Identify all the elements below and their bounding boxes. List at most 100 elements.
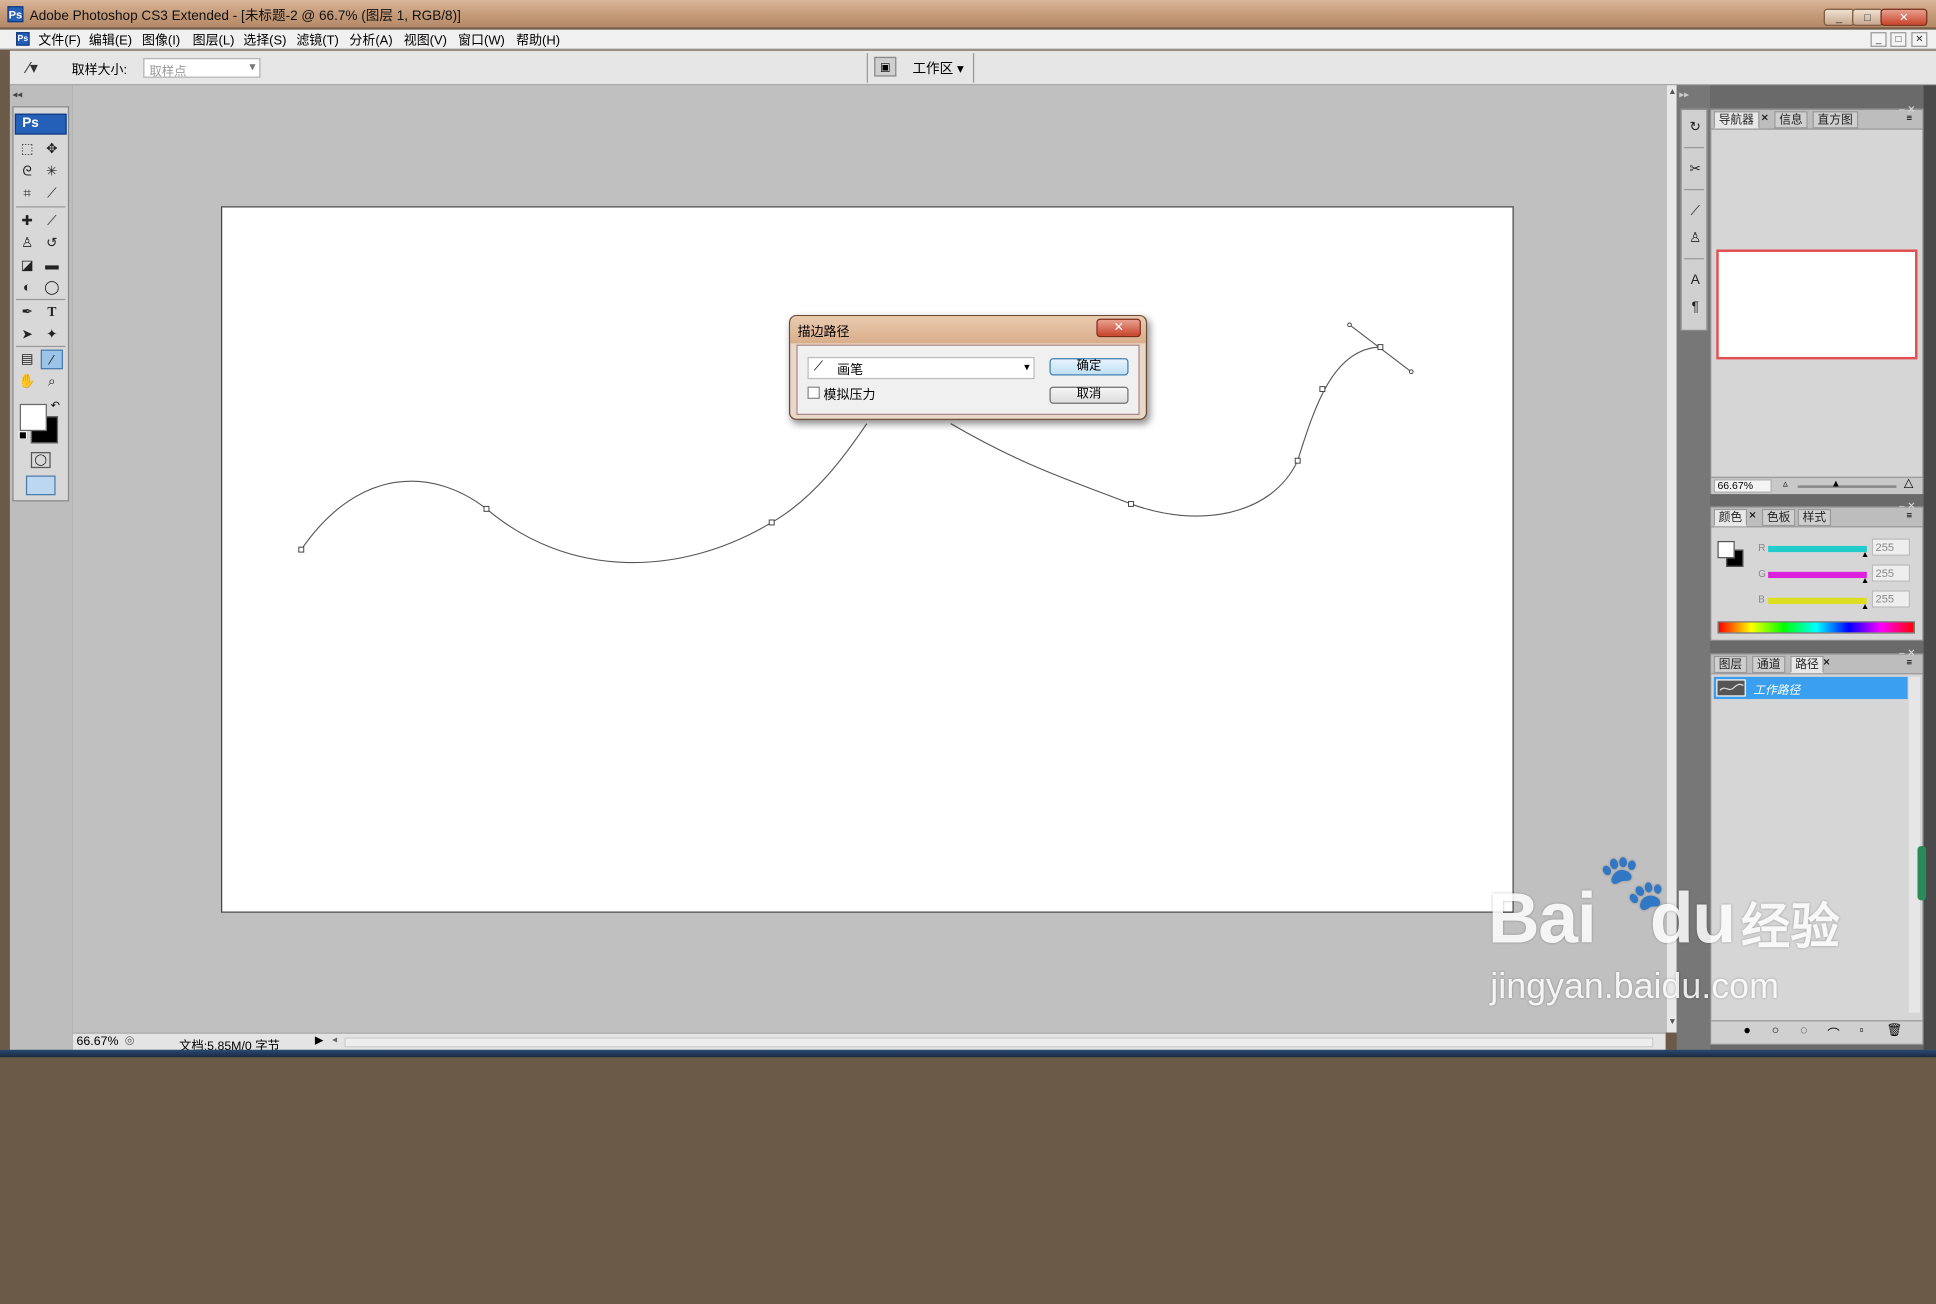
zoom-slider-thumb[interactable]: ▲ bbox=[1831, 478, 1841, 489]
cancel-button[interactable]: 取消 bbox=[1049, 386, 1129, 404]
collapse-arrows-icon[interactable]: ◂◂ bbox=[12, 89, 22, 100]
minimize-button[interactable]: _ bbox=[1823, 8, 1855, 26]
crop-icon[interactable]: ⌗ bbox=[16, 184, 38, 204]
type-icon[interactable]: T bbox=[41, 303, 63, 323]
foreground-color-swatch[interactable] bbox=[19, 403, 47, 432]
hand-icon[interactable]: ✋ bbox=[16, 372, 38, 392]
brushes-icon[interactable]: ⟋ bbox=[1685, 201, 1705, 221]
tab-styles[interactable]: 样式 bbox=[1797, 508, 1832, 527]
paths-scrollbar[interactable] bbox=[1908, 676, 1920, 1013]
slice-icon[interactable]: ⟋ bbox=[41, 184, 63, 204]
menu-file[interactable]: 文件(F) bbox=[38, 31, 81, 50]
anchor-point[interactable] bbox=[768, 519, 775, 526]
panel-minimize-icon[interactable]: – ✕ bbox=[1899, 647, 1916, 658]
menu-layer[interactable]: 图层(L) bbox=[193, 31, 235, 50]
tab-channels[interactable]: 通道 bbox=[1752, 655, 1786, 674]
healing-brush-icon[interactable]: ✚ bbox=[16, 211, 38, 231]
scroll-up-icon[interactable]: ▲ bbox=[1668, 88, 1677, 97]
history-icon[interactable]: ↻ bbox=[1685, 117, 1705, 137]
handle-point[interactable] bbox=[1408, 369, 1414, 375]
doc-minimize-button[interactable]: _ bbox=[1870, 32, 1887, 47]
handle-point[interactable] bbox=[1347, 322, 1352, 328]
channel-g-slider[interactable] bbox=[1768, 571, 1867, 579]
close-icon[interactable]: ✕ bbox=[1748, 510, 1756, 521]
menu-help[interactable]: 帮助(H) bbox=[516, 31, 560, 50]
clone-source-icon[interactable]: ♙ bbox=[1685, 228, 1705, 248]
quick-mask-icon[interactable]: ◯ bbox=[30, 452, 51, 469]
collapse-arrows-icon[interactable]: ▸▸ bbox=[1679, 89, 1689, 100]
default-colors-icon[interactable] bbox=[18, 431, 28, 440]
blur-icon[interactable]: ◐ bbox=[16, 278, 38, 298]
notes-icon[interactable]: ▤ bbox=[16, 350, 38, 370]
channel-g-value[interactable]: 255 bbox=[1871, 564, 1911, 582]
panel-minimize-icon[interactable]: – ✕ bbox=[1899, 104, 1916, 115]
status-zoom[interactable]: 66.67% bbox=[77, 1035, 119, 1049]
gradient-icon[interactable]: ▬ bbox=[41, 256, 63, 276]
zoom-in-icon[interactable]: △ bbox=[1904, 477, 1914, 491]
tab-layers[interactable]: 图层 bbox=[1713, 655, 1748, 674]
close-icon[interactable]: ✕ bbox=[1822, 657, 1830, 668]
move-icon[interactable]: ✥ bbox=[41, 140, 63, 160]
color-ramp[interactable] bbox=[1717, 621, 1916, 634]
zoom-icon[interactable]: ⌕ bbox=[41, 372, 63, 392]
custom-shape-icon[interactable]: ✦ bbox=[41, 325, 63, 345]
dodge-icon[interactable]: ◯ bbox=[41, 278, 63, 298]
channel-r-value[interactable]: 255 bbox=[1871, 538, 1911, 556]
sample-size-select[interactable]: 取样点 ▾ bbox=[143, 58, 261, 79]
doc-close-button[interactable]: ✕ bbox=[1911, 32, 1928, 47]
menu-window[interactable]: 窗口(W) bbox=[458, 31, 505, 50]
eyedropper-icon[interactable]: ⁄ bbox=[40, 349, 63, 370]
tools-preset-icon[interactable]: ✂ bbox=[1685, 159, 1705, 179]
document-canvas[interactable] bbox=[221, 206, 1514, 913]
doc-restore-button[interactable]: □ bbox=[1890, 32, 1907, 47]
magic-wand-icon[interactable]: ✳ bbox=[41, 162, 63, 182]
tab-histogram[interactable]: 直方图 bbox=[1812, 111, 1858, 129]
rectangular-marquee-icon[interactable]: ⬚ bbox=[16, 140, 38, 160]
eyedropper-icon[interactable]: ⁄▾ bbox=[27, 58, 54, 78]
menu-image[interactable]: 图像(I) bbox=[142, 31, 180, 50]
tab-color[interactable]: 颜色 bbox=[1713, 508, 1748, 527]
new-path-icon[interactable]: ▫ bbox=[1859, 1024, 1863, 1038]
anchor-point[interactable] bbox=[1128, 500, 1134, 507]
anchor-point[interactable] bbox=[298, 546, 305, 553]
scroll-left-icon[interactable]: ◂ bbox=[332, 1034, 337, 1045]
panel-menu-icon[interactable]: ≡ bbox=[1906, 510, 1912, 521]
anchor-point[interactable] bbox=[1294, 457, 1301, 464]
panel-menu-icon[interactable]: ≡ bbox=[1906, 657, 1912, 668]
tab-navigator[interactable]: 导航器 bbox=[1713, 111, 1759, 129]
tab-info[interactable]: 信息 bbox=[1774, 111, 1808, 129]
menu-select[interactable]: 选择(S) bbox=[243, 31, 286, 50]
stroke-path-icon[interactable]: ○ bbox=[1772, 1024, 1779, 1038]
horizontal-scrollbar[interactable] bbox=[344, 1037, 1654, 1048]
close-button[interactable]: ✕ bbox=[1880, 8, 1928, 26]
channel-b-slider[interactable] bbox=[1768, 597, 1867, 604]
navigator-thumbnail[interactable] bbox=[1716, 249, 1918, 360]
menu-filter[interactable]: 滤镜(T) bbox=[296, 31, 339, 50]
scroll-down-icon[interactable]: ▼ bbox=[1668, 1018, 1677, 1027]
pen-icon[interactable]: ✒ bbox=[16, 303, 38, 323]
lasso-icon[interactable]: ᘓ bbox=[16, 162, 38, 182]
tab-paths[interactable]: 路径 bbox=[1790, 655, 1824, 674]
workspace-menu[interactable]: 工作区 ▾ bbox=[912, 58, 963, 78]
fill-path-icon[interactable]: ● bbox=[1743, 1024, 1750, 1038]
clone-stamp-icon[interactable]: ♙ bbox=[16, 233, 38, 253]
zoom-slider[interactable] bbox=[1797, 485, 1897, 488]
load-selection-icon[interactable]: ◌ bbox=[1800, 1024, 1807, 1038]
delete-path-icon[interactable]: 🗑 bbox=[1887, 1024, 1903, 1038]
character-icon[interactable]: A bbox=[1685, 270, 1705, 290]
close-icon[interactable]: ✕ bbox=[1761, 112, 1769, 123]
ok-button[interactable]: 确定 bbox=[1049, 358, 1129, 376]
panel-minimize-icon[interactable]: – ✕ bbox=[1899, 500, 1916, 511]
anchor-point[interactable] bbox=[1319, 386, 1326, 393]
path-row-work-path[interactable]: 工作路径 bbox=[1713, 676, 1908, 700]
history-brush-icon[interactable]: ↺ bbox=[41, 233, 63, 253]
tool-select[interactable]: ⟋ 画笔 ▾ bbox=[807, 356, 1035, 380]
paragraph-icon[interactable]: ¶ bbox=[1685, 298, 1705, 318]
path-selection-icon[interactable]: ➤ bbox=[16, 325, 38, 345]
menu-view[interactable]: 视图(V) bbox=[404, 31, 447, 50]
navigator-zoom-field[interactable]: 66.67% bbox=[1713, 479, 1772, 493]
eraser-icon[interactable]: ◪ bbox=[16, 256, 38, 276]
channel-b-value[interactable]: 255 bbox=[1871, 590, 1911, 608]
simulate-pressure-checkbox[interactable] bbox=[807, 386, 820, 399]
menu-analysis[interactable]: 分析(A) bbox=[349, 31, 392, 50]
